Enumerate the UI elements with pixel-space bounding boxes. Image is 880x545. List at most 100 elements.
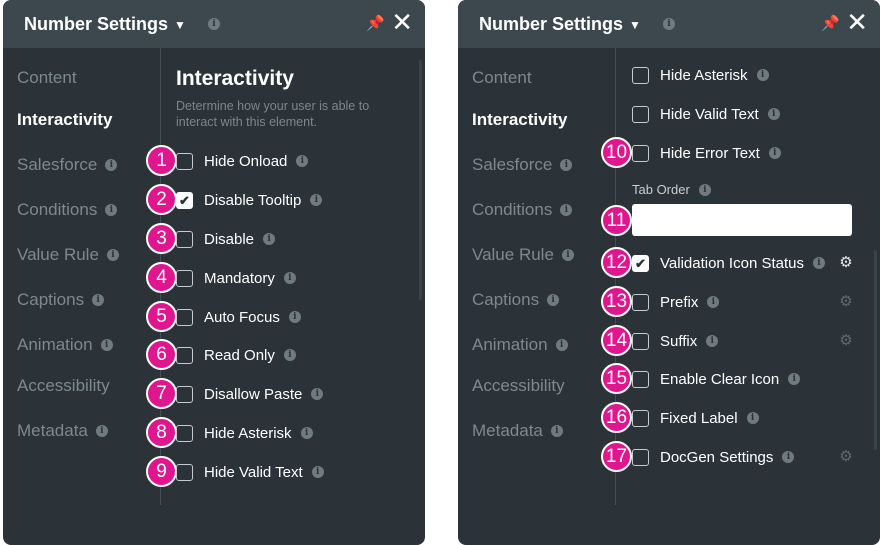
scrollbar[interactable] xyxy=(419,60,422,300)
info-icon[interactable]: i xyxy=(95,425,108,437)
info-icon[interactable]: i xyxy=(207,18,220,30)
info-icon[interactable]: i xyxy=(263,233,276,245)
info-icon[interactable]: i xyxy=(812,257,825,269)
info-icon[interactable]: i xyxy=(105,204,118,216)
enable-clear-icon-checkbox[interactable] xyxy=(632,370,649,388)
chevron-down-icon[interactable]: ▼ xyxy=(174,18,186,32)
sidebar-item-conditions[interactable]: Conditions i xyxy=(472,200,573,220)
sidebar-item-salesforce[interactable]: Salesforce i xyxy=(472,155,573,175)
option-hide-valid-text[interactable]: Hide Valid Text i xyxy=(176,461,324,483)
pin-icon[interactable]: 📌 xyxy=(821,14,840,32)
option-docgen-settings[interactable]: DocGen Settings i xyxy=(632,446,795,468)
info-icon[interactable]: i xyxy=(105,159,118,171)
info-icon[interactable]: i xyxy=(767,108,780,120)
info-icon[interactable]: i xyxy=(550,425,563,437)
info-icon[interactable]: i xyxy=(698,183,711,196)
disallow-paste-checkbox[interactable] xyxy=(176,385,193,403)
tab-order-input[interactable] xyxy=(632,204,852,236)
option-disable-tooltip[interactable]: ✔ Disable Tooltip i xyxy=(176,189,323,211)
sidebar-item-value-rule[interactable]: Value Rule i xyxy=(472,245,574,265)
option-auto-focus[interactable]: Auto Focus i xyxy=(176,306,301,328)
info-icon[interactable]: i xyxy=(310,194,323,206)
gear-icon[interactable]: ⚙ xyxy=(838,292,854,310)
info-icon[interactable]: i xyxy=(283,272,296,284)
sidebar-item-accessibility[interactable]: Accessibility xyxy=(17,376,110,396)
sidebar-item-conditions[interactable]: Conditions i xyxy=(17,200,118,220)
info-icon[interactable]: i xyxy=(92,294,105,306)
info-icon[interactable]: i xyxy=(555,339,568,351)
info-icon[interactable]: i xyxy=(561,249,574,261)
gear-icon[interactable]: ⚙ xyxy=(838,253,854,271)
info-icon[interactable]: i xyxy=(707,296,720,308)
info-icon[interactable]: i xyxy=(547,294,560,306)
suffix-checkbox[interactable] xyxy=(632,332,649,350)
gear-icon[interactable]: ⚙ xyxy=(838,331,854,349)
option-hide-asterisk[interactable]: Hide Asterisk i xyxy=(176,422,313,444)
info-icon[interactable]: i xyxy=(296,155,309,167)
mandatory-checkbox[interactable] xyxy=(176,269,193,287)
pin-icon[interactable]: 📌 xyxy=(366,14,385,32)
close-icon[interactable]: ✕ xyxy=(391,9,413,35)
hide-asterisk-checkbox[interactable] xyxy=(632,66,649,84)
option-hide-asterisk[interactable]: Hide Asterisk i xyxy=(632,64,769,86)
info-icon[interactable]: i xyxy=(288,311,301,323)
info-icon[interactable]: i xyxy=(706,335,719,347)
option-read-only[interactable]: Read Only i xyxy=(176,344,296,366)
gear-icon[interactable]: ⚙ xyxy=(838,447,854,465)
option-fixed-label[interactable]: Fixed Label i xyxy=(632,407,759,429)
info-icon[interactable]: i xyxy=(746,412,759,424)
info-icon[interactable]: i xyxy=(768,147,781,159)
option-hide-error-text[interactable]: Hide Error Text i xyxy=(632,142,781,164)
option-enable-clear-icon[interactable]: Enable Clear Icon i xyxy=(632,368,801,390)
info-icon[interactable]: i xyxy=(311,466,324,478)
option-hide-valid-text[interactable]: Hide Valid Text i xyxy=(632,103,780,125)
sidebar-item-metadata[interactable]: Metadata i xyxy=(17,421,108,441)
close-icon[interactable]: ✕ xyxy=(846,9,868,35)
sidebar-item-salesforce[interactable]: Salesforce i xyxy=(17,155,118,175)
fixed-label-checkbox[interactable] xyxy=(632,409,649,427)
sidebar-item-interactivity[interactable]: Interactivity xyxy=(17,110,112,130)
hide-asterisk-checkbox[interactable] xyxy=(176,424,193,442)
info-icon[interactable]: i xyxy=(106,249,119,261)
option-suffix[interactable]: Suffix i xyxy=(632,330,719,352)
sidebar-item-value-rule[interactable]: Value Rule i xyxy=(17,245,119,265)
sidebar-item-interactivity[interactable]: Interactivity xyxy=(472,110,567,130)
auto-focus-checkbox[interactable] xyxy=(176,308,193,326)
prefix-checkbox[interactable] xyxy=(632,293,649,311)
sidebar-item-animation[interactable]: Animation i xyxy=(17,335,113,355)
scrollbar[interactable] xyxy=(874,250,877,450)
info-icon[interactable]: i xyxy=(283,349,296,361)
sidebar-item-captions[interactable]: Captions i xyxy=(17,290,105,310)
info-icon[interactable]: i xyxy=(300,427,313,439)
info-icon[interactable]: i xyxy=(756,69,769,81)
option-hide-onload[interactable]: Hide Onload i xyxy=(176,150,309,172)
info-icon[interactable]: i xyxy=(782,451,795,463)
option-disallow-paste[interactable]: Disallow Paste i xyxy=(176,383,324,405)
option-prefix[interactable]: Prefix i xyxy=(632,291,720,313)
docgen-settings-checkbox[interactable] xyxy=(632,448,649,466)
chevron-down-icon[interactable]: ▼ xyxy=(629,18,641,32)
option-mandatory[interactable]: Mandatory i xyxy=(176,267,296,289)
panel-title[interactable]: Number Settings xyxy=(479,14,623,35)
disable-checkbox[interactable] xyxy=(176,230,193,248)
read-only-checkbox[interactable] xyxy=(176,346,193,364)
info-icon[interactable]: i xyxy=(560,159,573,171)
option-validation-icon-status[interactable]: ✔ Validation Icon Status i xyxy=(632,252,825,274)
sidebar-item-content[interactable]: Content xyxy=(472,68,532,88)
sidebar-item-captions[interactable]: Captions i xyxy=(472,290,560,310)
info-icon[interactable]: i xyxy=(560,204,573,216)
sidebar-item-accessibility[interactable]: Accessibility xyxy=(472,376,565,396)
hide-valid-text-checkbox[interactable] xyxy=(632,105,649,123)
disable-tooltip-checkbox[interactable]: ✔ xyxy=(176,191,193,209)
sidebar-item-metadata[interactable]: Metadata i xyxy=(472,421,563,441)
hide-error-text-checkbox[interactable] xyxy=(632,144,649,162)
info-icon[interactable]: i xyxy=(100,339,113,351)
sidebar-item-content[interactable]: Content xyxy=(17,68,77,88)
hide-valid-text-checkbox[interactable] xyxy=(176,463,193,481)
validation-icon-status-checkbox[interactable]: ✔ xyxy=(632,254,649,272)
hide-onload-checkbox[interactable] xyxy=(176,152,193,170)
panel-title[interactable]: Number Settings xyxy=(24,14,168,35)
info-icon[interactable]: i xyxy=(662,18,675,30)
info-icon[interactable]: i xyxy=(788,373,801,385)
sidebar-item-animation[interactable]: Animation i xyxy=(472,335,568,355)
